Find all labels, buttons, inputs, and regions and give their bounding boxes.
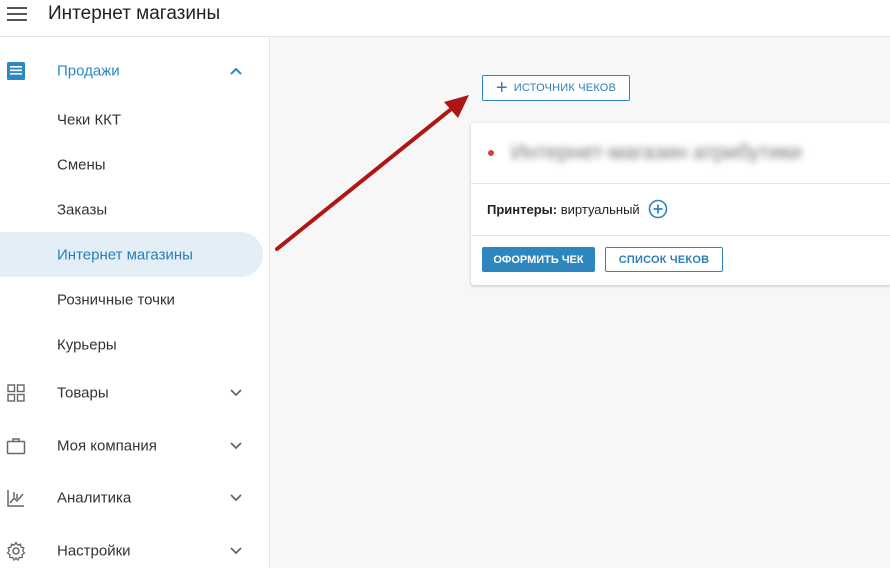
card-divider	[471, 235, 890, 236]
issue-receipt-button[interactable]: ОФОРМИТЬ ЧЕК	[482, 247, 595, 272]
analytics-icon	[7, 490, 24, 507]
sidebar-group-label: Аналитика	[57, 489, 132, 507]
main-content: + ИСТОЧНИК ЧЕКОВ Интернет-магазин атрибу…	[270, 37, 890, 568]
sidebar-group-label: Продажи	[57, 62, 120, 80]
top-bar: Интернет магазины	[0, 0, 890, 37]
receipt-list-button[interactable]: СПИСОК ЧЕКОВ	[605, 247, 723, 272]
sidebar-item-retail-points[interactable]: Розничные точки	[0, 277, 263, 322]
sidebar-item-online-stores[interactable]: Интернет магазины	[0, 232, 263, 277]
store-name: Интернет-магазин атрибутики	[511, 141, 802, 164]
chevron-down-icon	[230, 547, 242, 555]
add-receipt-source-button[interactable]: + ИСТОЧНИК ЧЕКОВ	[482, 75, 630, 101]
sidebar-item-label: Чеки ККТ	[57, 111, 122, 128]
chevron-down-icon	[230, 494, 242, 502]
card-divider	[471, 183, 890, 184]
sidebar-group-analytics[interactable]: Аналитика	[0, 473, 269, 523]
hamburger-menu-icon[interactable]	[7, 5, 27, 23]
sidebar-item-label: Смены	[57, 156, 106, 173]
sidebar-item-label: Курьеры	[57, 336, 117, 353]
sidebar-group-my-company[interactable]: Моя компания	[0, 421, 269, 471]
sidebar-group-settings[interactable]: Настройки	[0, 526, 269, 568]
sidebar: Продажи Чеки ККТ Смены Заказы Интернет м…	[0, 37, 270, 568]
printers-value: виртуальный	[560, 202, 640, 217]
sidebar-item-label: Заказы	[57, 201, 108, 218]
status-dot	[488, 150, 494, 156]
sidebar-group-label: Настройки	[57, 542, 131, 560]
sidebar-item-orders[interactable]: Заказы	[0, 187, 263, 232]
sidebar-item-couriers[interactable]: Курьеры	[0, 322, 263, 367]
chevron-up-icon	[230, 67, 242, 75]
grid-icon	[7, 384, 25, 402]
sidebar-group-products[interactable]: Товары	[0, 368, 269, 418]
sidebar-group-label: Моя компания	[57, 437, 157, 455]
receipt-list-icon	[7, 62, 25, 80]
briefcase-icon	[6, 438, 26, 455]
sidebar-item-shifts[interactable]: Смены	[0, 142, 263, 187]
sidebar-group-label: Товары	[57, 384, 109, 402]
page-title: Интернет магазины	[48, 3, 221, 24]
chevron-down-icon	[230, 442, 242, 450]
gear-icon	[6, 541, 26, 561]
add-printer-icon[interactable]	[648, 199, 668, 219]
online-store-card: Интернет-магазин атрибутики Принтеры: ви…	[471, 123, 890, 285]
printers-info: Принтеры: виртуальный	[487, 202, 640, 217]
chevron-down-icon	[230, 389, 242, 397]
sidebar-item-label: Розничные точки	[57, 291, 175, 308]
printers-label: Принтеры:	[487, 202, 558, 217]
plus-icon: +	[495, 77, 508, 99]
sidebar-item-label: Интернет магазины	[57, 246, 193, 263]
sidebar-group-sales[interactable]: Продажи	[0, 46, 269, 96]
add-receipt-source-label: ИСТОЧНИК ЧЕКОВ	[513, 82, 617, 94]
sidebar-item-kkt-receipts[interactable]: Чеки ККТ	[0, 97, 263, 142]
